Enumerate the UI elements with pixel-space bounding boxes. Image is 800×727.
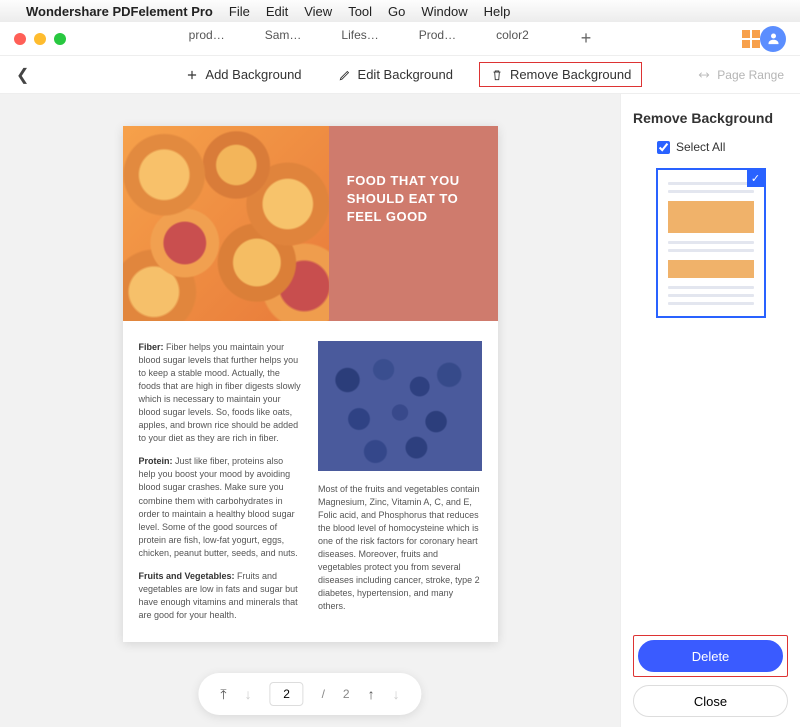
back-button[interactable]: ❮ — [16, 65, 29, 85]
range-icon — [697, 68, 711, 82]
menu-help[interactable]: Help — [484, 4, 511, 19]
tab-1[interactable]: Sam… — [265, 28, 302, 49]
check-icon: ✓ — [747, 169, 765, 187]
window-maximize-icon[interactable] — [54, 33, 66, 45]
app-name[interactable]: Wondershare PDFelement Pro — [26, 4, 213, 19]
select-all-row[interactable]: Select All — [657, 140, 788, 154]
right-column: Most of the fruits and vegetables contai… — [318, 341, 482, 632]
menu-tool[interactable]: Tool — [348, 4, 372, 19]
delete-button[interactable]: Delete — [638, 640, 783, 672]
hero-title: FOOD THAT YOU SHOULD EAT TO FEEL GOOD — [329, 126, 498, 321]
macos-menubar: Wondershare PDFelement Pro File Edit Vie… — [0, 0, 800, 22]
edit-background-label: Edit Background — [358, 67, 453, 82]
tab-4[interactable]: color2 — [496, 28, 529, 49]
window-minimize-icon[interactable] — [34, 33, 46, 45]
select-all-label: Select All — [676, 140, 725, 154]
menu-edit[interactable]: Edit — [266, 4, 288, 19]
add-background-label: Add Background — [205, 67, 301, 82]
select-all-checkbox[interactable] — [657, 141, 670, 154]
fv-label: Fruits and Vegetables: — [139, 571, 235, 581]
window-tabstrip: prod… Sam… Lifes… Prod… color2 + — [0, 22, 800, 56]
berries-image — [318, 341, 482, 471]
page-range-label: Page Range — [717, 68, 784, 82]
tab-0[interactable]: prod… — [189, 28, 225, 49]
page-navigator: ⤒ ↓ / 2 ↑ ↓ — [198, 673, 421, 715]
remove-background-label: Remove Background — [510, 67, 631, 82]
next-page-button[interactable]: ↓ — [393, 686, 400, 702]
page-range-button[interactable]: Page Range — [697, 68, 784, 82]
pencil-icon — [338, 68, 352, 82]
protein-text: Just like fiber, proteins also help you … — [139, 456, 298, 557]
first-page-button[interactable]: ⤒ — [220, 686, 226, 703]
tab-3[interactable]: Prod… — [419, 28, 456, 49]
user-icon — [766, 31, 781, 46]
document-page[interactable]: FOOD THAT YOU SHOULD EAT TO FEEL GOOD Fi… — [123, 126, 498, 642]
remove-background-panel: Remove Background Select All ✓ Delete Cl… — [620, 94, 800, 727]
trash-icon — [490, 68, 504, 82]
edit-background-button[interactable]: Edit Background — [328, 62, 463, 87]
protein-label: Protein: — [139, 456, 173, 466]
window-close-icon[interactable] — [14, 33, 26, 45]
document-canvas: FOOD THAT YOU SHOULD EAT TO FEEL GOOD Fi… — [0, 94, 620, 727]
prev-section-button[interactable]: ↓ — [245, 686, 252, 702]
right-text: Most of the fruits and vegetables contai… — [318, 483, 482, 613]
menu-file[interactable]: File — [229, 4, 250, 19]
tab-2[interactable]: Lifes… — [341, 28, 378, 49]
add-background-button[interactable]: Add Background — [175, 62, 311, 87]
add-tab-button[interactable]: + — [581, 28, 592, 49]
page-separator: / — [322, 687, 325, 701]
user-avatar[interactable] — [760, 26, 786, 52]
fiber-label: Fiber: — [139, 342, 164, 352]
grid-view-icon[interactable] — [742, 30, 760, 48]
menu-view[interactable]: View — [304, 4, 332, 19]
menu-go[interactable]: Go — [388, 4, 405, 19]
document-tabs: prod… Sam… Lifes… Prod… color2 + — [66, 28, 714, 49]
current-page-input[interactable] — [270, 682, 304, 706]
fiber-text: Fiber helps you maintain your blood suga… — [139, 342, 301, 443]
prev-page-button[interactable]: ↑ — [368, 686, 375, 702]
total-pages: 2 — [343, 687, 350, 701]
background-toolbar: ❮ Add Background Edit Background Remove … — [0, 56, 800, 94]
delete-highlight: Delete — [633, 635, 788, 677]
close-button[interactable]: Close — [633, 685, 788, 717]
hero-image-citrus — [123, 126, 329, 321]
remove-background-button[interactable]: Remove Background — [479, 62, 642, 87]
panel-title: Remove Background — [633, 110, 788, 126]
background-thumbnail[interactable]: ✓ — [656, 168, 766, 318]
menu-window[interactable]: Window — [421, 4, 467, 19]
plus-icon — [185, 68, 199, 82]
traffic-lights — [14, 33, 66, 45]
left-column: Fiber: Fiber helps you maintain your blo… — [139, 341, 303, 632]
